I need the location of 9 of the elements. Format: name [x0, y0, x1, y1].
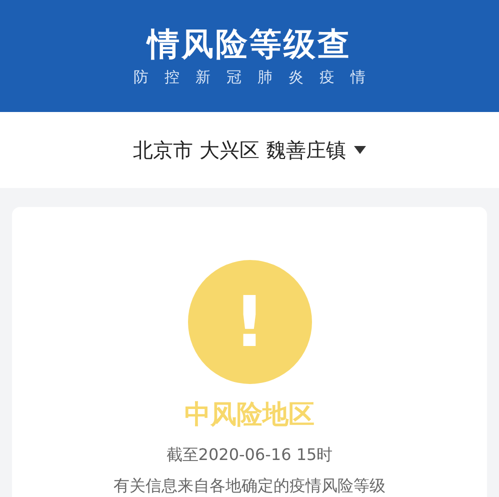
risk-level: 中风险地区: [184, 400, 314, 432]
page-subtitle: 防控新冠肺炎疫情: [132, 70, 382, 84]
caret-icon: [354, 146, 366, 154]
source-note: 有关信息来自各地确定的疫情风险等级: [114, 476, 386, 497]
location-text: 北京市 大兴区 魏善庄镇: [133, 136, 346, 164]
location-selector[interactable]: 北京市 大兴区 魏善庄镇: [0, 112, 499, 188]
update-time: 截至2020-06-16 15时: [166, 445, 333, 466]
warning-badge: !: [188, 260, 312, 384]
page-title: 情风险等级查: [148, 28, 352, 60]
